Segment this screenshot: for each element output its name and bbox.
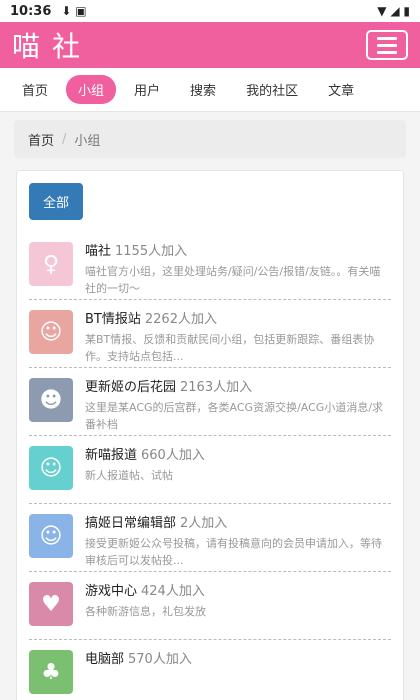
group-description: 某BT情报、反馈和贡献民间小组，包括更新跟踪、番组表协作。支持站点包括... [85,333,375,363]
all-groups-button[interactable]: 全部 [29,183,84,220]
group-info: 喵社 1155人加入喵社官方小组，这里处理站务/疑问/公告/报错/友链。。有关喵社… [85,240,391,295]
group-list-item[interactable]: ☺ 新喵报道 660人加入新人报道帖、试帖 [29,436,391,504]
tab-my-community[interactable]: 我的社区 [234,75,310,104]
group-title-line: BT情报站 2262人加入 [85,308,391,327]
group-avatar[interactable]: ☺ [29,446,73,490]
tab-home[interactable]: 首页 [10,75,60,104]
group-title-line: 电脑部 570人加入 [85,648,391,667]
status-bar: 10:36 ⬇ ▣ ▼ ◢ ▮ [0,0,420,22]
group-title-link[interactable]: 喵社 [85,244,111,259]
group-description: 接受更新姬公众号投稿，请有投稿意向的会员申请加入，等待审核后可以发帖投... [85,537,382,567]
tab-users[interactable]: 用户 [122,75,172,104]
group-list-item[interactable]: ♀ 喵社 1155人加入喵社官方小组，这里处理站务/疑问/公告/报错/友链。。有关喵… [29,232,391,300]
group-info: 搞姬日常编辑部 2人加入接受更新姬公众号投稿，请有投稿意向的会员申请加入，等待审核… [85,512,391,567]
group-avatar[interactable]: ☺ [29,514,73,558]
group-title-link[interactable]: 游戏中心 [85,584,137,599]
group-member-count: 570人加入 [128,652,192,667]
group-info: 电脑部 570人加入 [85,648,391,699]
tab-articles[interactable]: 文章 [316,75,366,104]
menu-icon-bar [377,50,397,54]
group-list-item[interactable]: ☺ BT情报站 2262人加入某BT情报、反馈和贡献民间小组，包括更新跟踪、番组表协… [29,300,391,368]
group-info: 游戏中心 424人加入各种新游信息，礼包发放 [85,580,391,631]
group-list-item[interactable]: ☺ 搞姬日常编辑部 2人加入接受更新姬公众号投稿，请有投稿意向的会员申请加入，等待审… [29,504,391,572]
group-title-line: 更新姬の后花园 2163人加入 [85,376,391,395]
hamburger-menu-button[interactable] [366,30,408,60]
breadcrumb-home-link[interactable]: 首页 [28,130,54,149]
app-logo[interactable]: 喵社 [12,25,92,65]
breadcrumb-current: 小组 [74,133,101,149]
group-member-count: 424人加入 [141,584,205,599]
group-description: 各种新游信息，礼包发放 [85,605,206,618]
group-info: 更新姬の后花园 2163人加入这里是某ACG的后宫群，各类ACG资源交换/ACG小… [85,376,391,431]
group-title-link[interactable]: 更新姬の后花园 [85,380,176,395]
group-title-line: 游戏中心 424人加入 [85,580,391,599]
group-description: 这里是某ACG的后宫群，各类ACG资源交换/ACG小道消息/求番补档 [85,401,384,431]
group-member-count: 660人加入 [141,448,205,463]
group-title-link[interactable]: 电脑部 [85,652,124,667]
group-member-count: 2人加入 [180,516,228,531]
main-nav: 首页 小组 用户 搜索 我的社区 文章 [0,68,420,112]
group-list-item[interactable]: ♥ 游戏中心 424人加入各种新游信息，礼包发放 [29,572,391,640]
group-avatar[interactable]: ♀ [29,242,73,286]
tab-groups[interactable]: 小组 [66,75,117,104]
group-avatar[interactable]: ☻ [29,378,73,422]
group-avatar[interactable]: ♣ [29,650,73,694]
group-member-count: 2262人加入 [144,312,217,327]
group-title-link[interactable]: BT情报站 [85,312,141,327]
group-avatar[interactable]: ♥ [29,582,73,626]
app-header: 喵社 [0,22,420,68]
breadcrumb-separator: / [62,131,67,147]
group-list: ♀ 喵社 1155人加入喵社官方小组，这里处理站务/疑问/公告/报错/友链。。有关喵… [29,232,391,700]
group-member-count: 1155人加入 [115,244,188,259]
group-description: 喵社官方小组，这里处理站务/疑问/公告/报错/友链。。有关喵社的一切～ [85,265,381,295]
group-title-line: 搞姬日常编辑部 2人加入 [85,512,391,531]
group-list-item[interactable]: ♣ 电脑部 570人加入 [29,640,391,700]
group-title-line: 喵社 1155人加入 [85,240,391,259]
group-title-link[interactable]: 新喵报道 [85,448,137,463]
tab-search[interactable]: 搜索 [178,75,228,104]
system-icons: ▼ ◢ ▮ [377,4,410,18]
group-description: 新人报道帖、试帖 [85,469,173,482]
status-time: 10:36 [10,3,52,19]
menu-icon-bar [377,36,397,40]
notification-icons: ⬇ ▣ [61,4,87,18]
group-title-link[interactable]: 搞姬日常编辑部 [85,516,176,531]
group-list-item[interactable]: ☻ 更新姬の后花园 2163人加入这里是某ACG的后宫群，各类ACG资源交换/ACG… [29,368,391,436]
group-avatar[interactable]: ☺ [29,310,73,354]
group-info: 新喵报道 660人加入新人报道帖、试帖 [85,444,391,495]
groups-panel: 全部 ♀ 喵社 1155人加入喵社官方小组，这里处理站务/疑问/公告/报错/友链。。… [16,170,404,700]
group-title-line: 新喵报道 660人加入 [85,444,391,463]
group-info: BT情报站 2262人加入某BT情报、反馈和贡献民间小组，包括更新跟踪、番组表协作… [85,308,391,363]
menu-icon-bar [377,43,397,47]
group-member-count: 2163人加入 [180,380,253,395]
breadcrumb: 首页 / 小组 [14,120,406,158]
